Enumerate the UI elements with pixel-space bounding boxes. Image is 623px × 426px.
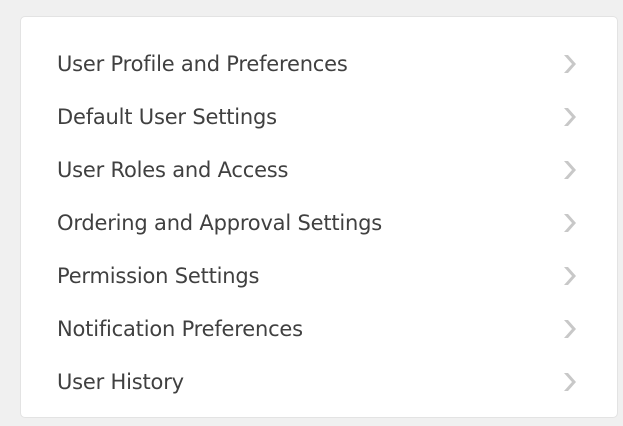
chevron-right-icon (560, 371, 578, 393)
menu-item-label: User History (57, 369, 184, 394)
chevron-right-icon (560, 53, 578, 75)
menu-item-label: Permission Settings (57, 263, 260, 288)
menu-item-user-roles-and-access[interactable]: User Roles and Access (21, 143, 617, 196)
menu-item-label: User Profile and Preferences (57, 51, 348, 76)
menu-item-label: User Roles and Access (57, 157, 289, 182)
chevron-right-icon (560, 106, 578, 128)
menu-item-permission-settings[interactable]: Permission Settings (21, 249, 617, 302)
chevron-right-icon (560, 159, 578, 181)
menu-item-notification-preferences[interactable]: Notification Preferences (21, 302, 617, 355)
chevron-right-icon (560, 265, 578, 287)
settings-menu-panel: User Profile and Preferences Default Use… (20, 16, 618, 418)
chevron-right-icon (560, 318, 578, 340)
menu-item-label: Ordering and Approval Settings (57, 210, 382, 235)
menu-item-user-history[interactable]: User History (21, 355, 617, 408)
menu-item-user-profile-and-preferences[interactable]: User Profile and Preferences (21, 37, 617, 90)
menu-item-ordering-and-approval-settings[interactable]: Ordering and Approval Settings (21, 196, 617, 249)
menu-item-label: Default User Settings (57, 104, 277, 129)
menu-item-label: Notification Preferences (57, 316, 303, 341)
menu-item-default-user-settings[interactable]: Default User Settings (21, 90, 617, 143)
chevron-right-icon (560, 212, 578, 234)
settings-menu-list: User Profile and Preferences Default Use… (21, 37, 617, 408)
